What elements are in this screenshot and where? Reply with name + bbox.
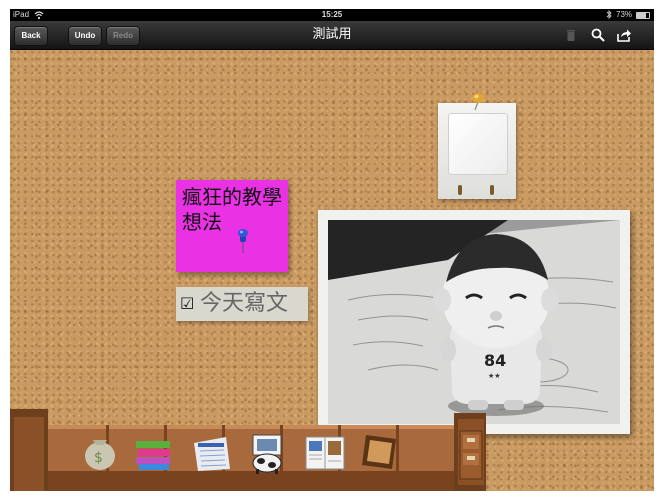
svg-text:$: $ (94, 450, 103, 466)
page-title: 測試用 (312, 27, 352, 42)
photo-image: 84 ★★ (328, 220, 620, 424)
card-slot (458, 185, 462, 195)
trash-icon[interactable] (563, 27, 579, 43)
battery-percent: 73% (616, 10, 633, 19)
ipad-screen: iPad 15:25 73% Back Undo Redo 測試用 瘋狂的教學想… (10, 9, 654, 491)
status-clock: 15:25 (321, 10, 343, 19)
shirt-number: 84 (484, 351, 506, 370)
photo-frame[interactable]: 84 ★★ (318, 210, 630, 434)
card-slot (490, 185, 494, 195)
blue-pushpin-icon (238, 229, 248, 253)
gold-pushpin-icon (472, 93, 484, 111)
money-bag-icon[interactable]: $ (80, 430, 120, 472)
toolbar: Back Undo Redo 測試用 (10, 21, 654, 50)
books-stack-icon[interactable] (134, 437, 174, 471)
cork-frame-icon[interactable] (360, 431, 400, 471)
search-icon[interactable] (590, 27, 606, 43)
cow-card-icon[interactable] (247, 433, 287, 475)
bluetooth-icon (606, 10, 612, 19)
magazine-icon[interactable] (304, 435, 346, 471)
svg-text:★★: ★★ (488, 372, 501, 380)
paper-card[interactable] (438, 103, 516, 199)
todo-checkbox[interactable]: ☑ (180, 296, 194, 312)
sticky-note-text: 瘋狂的教學想法 (182, 185, 282, 234)
sticky-note[interactable]: 瘋狂的教學想法 (176, 180, 288, 272)
drawer-cabinet-icon[interactable] (458, 429, 484, 481)
todo-item[interactable]: ☑ 今天寫文 (176, 287, 308, 321)
share-icon[interactable] (616, 27, 632, 43)
status-bar: iPad 15:25 73% (10, 9, 654, 21)
figurine-photo: 84 ★★ (328, 220, 620, 424)
battery-icon (636, 12, 650, 19)
card-paper (448, 113, 508, 175)
todo-text: 今天寫文 (200, 291, 289, 316)
calendar-icon[interactable] (190, 433, 232, 473)
